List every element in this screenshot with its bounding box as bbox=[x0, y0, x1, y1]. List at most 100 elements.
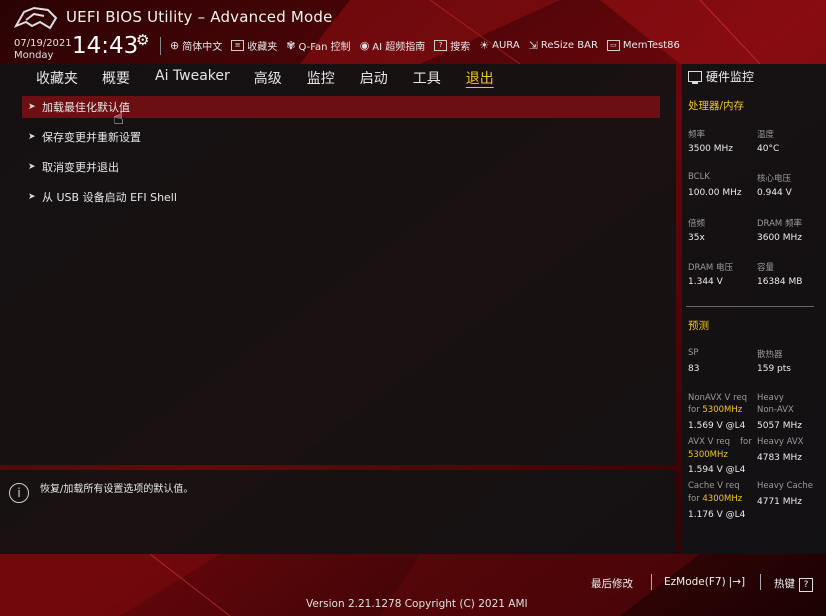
toolbar-memtest-label: MemTest86 bbox=[622, 40, 680, 51]
hw-value-cache: 1.176 V @L4 bbox=[688, 510, 746, 520]
hw-label-bclk: BCLK bbox=[688, 172, 710, 182]
tab-advanced[interactable]: 高级 bbox=[254, 64, 282, 90]
toolbar-aura[interactable]: ☀ AURA bbox=[479, 38, 519, 53]
toolbar: ⊕ 简体中文 ≡ 收藏夹 ✾ Q-Fan 控制 ◉ AI 超频指南 ? 搜索 ☀ AURA … bbox=[170, 38, 689, 53]
tab-ai-tweaker[interactable]: Ai Tweaker bbox=[155, 64, 230, 90]
globe-icon: ⊕ bbox=[170, 39, 180, 52]
hw-value-avx: 1.594 V @L4 bbox=[688, 465, 746, 475]
ezmode-button[interactable]: EzMode(F7) |→] bbox=[664, 576, 745, 588]
toolbar-memtest[interactable]: ▭ MemTest86 bbox=[606, 38, 680, 53]
hw-label-dram-voltage: DRAM 电压 bbox=[688, 263, 733, 273]
section-cpu-memory: 处理器/内存 bbox=[688, 100, 745, 112]
hw-value-core-voltage: 0.944 V bbox=[757, 188, 792, 198]
toolbar-aura-label: AURA bbox=[492, 40, 520, 51]
help-text: 恢复/加载所有设置选项的默认值。 bbox=[40, 484, 194, 495]
toolbar-ai-overclock[interactable]: ◉ AI 超频指南 bbox=[360, 38, 426, 53]
page-title: UEFI BIOS Utility – Advanced Mode bbox=[66, 8, 333, 26]
question-icon: ? bbox=[799, 578, 813, 592]
rog-logo bbox=[14, 6, 58, 30]
hw-label-heavy-cache: Heavy Cache bbox=[757, 481, 814, 491]
aura-icon: ☀ bbox=[479, 39, 490, 52]
hw-label-cooler: 散热器 bbox=[757, 350, 783, 360]
chevron-right-icon: ➤ bbox=[28, 162, 36, 172]
toolbar-search-label: 搜索 bbox=[450, 42, 471, 53]
hw-label-nonavx-freq: 5300MHz bbox=[702, 405, 743, 415]
menu-item-discard-exit[interactable]: ➤ 取消变更并退出 bbox=[22, 156, 660, 178]
hw-label-dram-frequency: DRAM 频率 bbox=[757, 219, 802, 229]
hw-label-avx-for: for bbox=[740, 437, 752, 447]
hw-label-nonavx: NonAVX V req bbox=[688, 393, 748, 403]
hw-value-ratio: 35x bbox=[688, 233, 705, 243]
toolbar-favorites[interactable]: ≡ 收藏夹 bbox=[231, 38, 277, 53]
hw-value-dram-frequency: 3600 MHz bbox=[757, 233, 803, 243]
hw-value-frequency: 3500 MHz bbox=[688, 144, 734, 154]
fan-icon: ✾ bbox=[286, 39, 296, 52]
hw-label-sp: SP bbox=[688, 348, 699, 358]
hw-label-avx: AVX V req bbox=[688, 437, 731, 447]
hw-value-heavy-nonavx: 5057 MHz bbox=[757, 421, 803, 431]
menu-item-save-reset[interactable]: ➤ 保存变更并重新设置 bbox=[22, 126, 660, 148]
date-text: 07/19/2021 bbox=[14, 38, 72, 49]
hw-label-cache-freq: 4300MHz bbox=[702, 494, 743, 504]
date-display: 07/19/2021 Monday bbox=[14, 38, 72, 62]
hw-label-nonavx-for: for 5300MHz bbox=[688, 405, 742, 415]
footer-divider bbox=[760, 574, 761, 590]
menu-item-label: 保存变更并重新设置 bbox=[42, 131, 141, 144]
hw-label-cache-for: for 4300MHz bbox=[688, 494, 742, 504]
hw-label-frequency: 频率 bbox=[688, 130, 706, 140]
toolbar-ai-overclock-label: AI 超频指南 bbox=[372, 42, 426, 53]
hw-label-temperature: 温度 bbox=[757, 130, 775, 140]
hardware-monitor-header: 硬件监控 bbox=[688, 68, 754, 85]
hw-label-avx-freq: 5300MHz bbox=[688, 450, 728, 460]
toolbar-search[interactable]: ? 搜索 bbox=[434, 38, 470, 53]
toolbar-language[interactable]: ⊕ 简体中文 bbox=[170, 38, 222, 53]
tab-tool[interactable]: 工具 bbox=[413, 64, 441, 90]
hw-label-nonavx-for-text: for bbox=[688, 405, 703, 415]
menu-item-efi-shell[interactable]: ➤ 从 USB 设备启动 EFI Shell bbox=[22, 186, 660, 208]
memtest-icon: ▭ bbox=[606, 40, 620, 51]
toolbar-qfan-label: Q-Fan 控制 bbox=[298, 42, 351, 53]
bookmark-icon: ≡ bbox=[231, 40, 245, 51]
tab-monitor[interactable]: 监控 bbox=[307, 64, 335, 90]
last-modified-button[interactable]: 最后修改 bbox=[591, 576, 633, 591]
menu-item-label: 从 USB 设备启动 EFI Shell bbox=[42, 191, 177, 204]
main-panel bbox=[0, 64, 676, 465]
hw-label-heavy-nonavx-2: Non-AVX bbox=[757, 405, 794, 415]
hw-label-ratio: 倍频 bbox=[688, 219, 706, 229]
ezmode-label: EzMode(F7) bbox=[664, 576, 726, 588]
hw-label-heavy-nonavx-1: Heavy bbox=[757, 393, 784, 403]
tab-exit[interactable]: 退出 bbox=[466, 64, 494, 90]
hardware-monitor-title: 硬件监控 bbox=[706, 70, 755, 84]
hw-value-heavy-avx: 4783 MHz bbox=[757, 453, 803, 463]
search-icon: ? bbox=[434, 40, 448, 51]
resize-bar-icon: ⇲ bbox=[528, 39, 538, 52]
tab-favorites[interactable]: 收藏夹 bbox=[36, 64, 78, 90]
gear-icon[interactable]: ⚙ bbox=[136, 31, 149, 49]
hw-label-cache-for-text: for bbox=[688, 494, 703, 504]
tab-main[interactable]: 概要 bbox=[102, 64, 130, 90]
hotkeys-label: 热键 bbox=[774, 578, 795, 590]
chevron-right-icon: ➤ bbox=[28, 102, 36, 112]
hw-value-heavy-cache: 4771 MHz bbox=[757, 497, 803, 507]
hw-label-cache: Cache V req bbox=[688, 481, 740, 491]
hotkeys-button[interactable]: 热键? bbox=[774, 576, 813, 592]
help-panel: i 恢复/加载所有设置选项的默认值。 bbox=[0, 470, 676, 554]
footer-divider bbox=[651, 574, 652, 590]
hw-value-nonavx: 1.569 V @L4 bbox=[688, 421, 746, 431]
toolbar-qfan[interactable]: ✾ Q-Fan 控制 bbox=[286, 38, 350, 53]
toolbar-language-label: 简体中文 bbox=[182, 42, 223, 53]
chevron-right-icon: ➤ bbox=[28, 132, 36, 142]
version-text: Version 2.21.1278 Copyright (C) 2021 AMI bbox=[306, 598, 528, 610]
time-display: 14:43 bbox=[72, 33, 139, 59]
hw-label-core-voltage: 核心电压 bbox=[757, 174, 792, 184]
hw-value-cooler: 159 pts bbox=[757, 364, 791, 374]
toolbar-favorites-label: 收藏夹 bbox=[247, 42, 278, 53]
day-text: Monday bbox=[14, 50, 54, 61]
section-prediction: 预测 bbox=[688, 320, 709, 332]
hw-value-bclk: 100.00 MHz bbox=[688, 188, 742, 198]
monitor-icon bbox=[688, 71, 702, 84]
hw-value-dram-voltage: 1.344 V bbox=[688, 277, 723, 287]
tab-boot[interactable]: 启动 bbox=[360, 64, 388, 90]
chevron-right-icon: ➤ bbox=[28, 192, 36, 202]
toolbar-resize-bar[interactable]: ⇲ ReSize BAR bbox=[529, 38, 598, 53]
